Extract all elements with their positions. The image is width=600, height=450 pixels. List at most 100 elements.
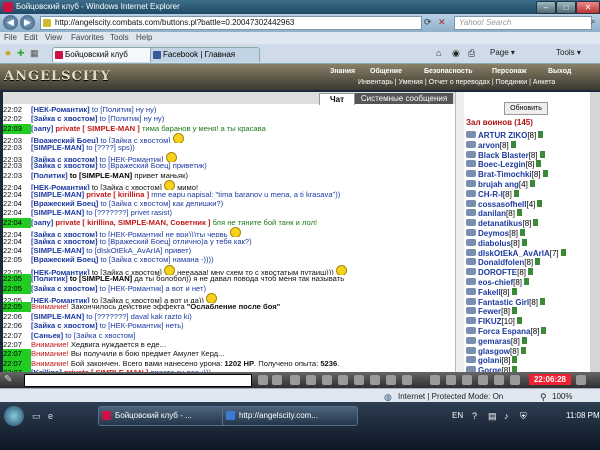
private-msg-icon[interactable] — [466, 268, 476, 276]
feeds-icon[interactable]: ◉ — [452, 48, 460, 59]
user-info-icon[interactable] — [535, 258, 541, 266]
private-msg-icon[interactable] — [466, 238, 476, 246]
user-info-icon[interactable] — [540, 297, 546, 305]
private-msg-icon[interactable] — [466, 248, 476, 256]
user-name[interactable]: gemaras — [478, 337, 511, 346]
user-info-icon[interactable] — [520, 229, 526, 236]
refresh-icon[interactable]: ⟳ — [424, 17, 432, 28]
favorites-star-icon[interactable]: ★ — [4, 48, 12, 59]
nav-exit[interactable]: Выход — [548, 68, 571, 75]
user-info-icon[interactable] — [516, 317, 522, 325]
chat-speed-icon[interactable] — [354, 375, 364, 385]
tray-volume-icon[interactable]: ♪ — [504, 411, 509, 421]
user-info-icon[interactable] — [524, 278, 530, 285]
user-name[interactable]: Fewer — [478, 307, 501, 316]
user-info-icon[interactable] — [536, 160, 542, 168]
user-name[interactable]: arvon — [478, 141, 500, 150]
private-msg-icon[interactable] — [466, 140, 476, 148]
user-name[interactable]: Brat-Timochki — [478, 170, 532, 179]
user-info-icon[interactable] — [511, 287, 517, 295]
tab-fight-club[interactable]: Бойцовский клуб — [52, 47, 164, 62]
settings-icon[interactable] — [478, 375, 488, 385]
user-info-icon[interactable] — [512, 356, 518, 364]
lock-icon[interactable] — [370, 375, 380, 385]
user-name[interactable]: CH-R-I — [478, 190, 503, 199]
filter-icon[interactable] — [322, 375, 332, 385]
exit-chat-icon[interactable] — [510, 375, 520, 385]
user-info-icon[interactable] — [539, 150, 545, 158]
send-icon[interactable] — [258, 375, 268, 385]
ie-quick-launch-icon[interactable]: e — [48, 411, 53, 421]
user-name[interactable]: eos-chief — [478, 278, 513, 287]
minimize-button[interactable]: – — [536, 1, 556, 14]
tab-list-icon[interactable]: ▦ — [30, 48, 39, 59]
user-info-icon[interactable] — [520, 346, 526, 354]
chat-scrollbar[interactable] — [455, 92, 464, 372]
tray-network-icon[interactable]: ▤ — [488, 411, 497, 422]
nav-secondary[interactable]: Инвентарь | Умения | Отчет о переводах |… — [358, 79, 555, 86]
private-msg-icon[interactable] — [466, 229, 476, 236]
user-info-icon[interactable] — [533, 219, 539, 227]
sound-icon[interactable] — [386, 375, 396, 385]
user-info-icon[interactable] — [521, 238, 527, 246]
home-icon[interactable]: ⌂ — [436, 48, 441, 58]
ignore-icon[interactable] — [430, 375, 440, 385]
add-favorites-icon[interactable]: ✚ — [17, 48, 25, 59]
user-name[interactable]: diabolus — [478, 239, 511, 248]
private-msg-icon[interactable] — [466, 170, 476, 178]
back-button[interactable]: ◀ — [3, 15, 18, 30]
close-button[interactable]: ✕ — [576, 1, 600, 14]
private-msg-icon[interactable] — [466, 258, 476, 266]
private-msg-icon[interactable] — [466, 189, 476, 197]
tab-facebook[interactable]: Facebook | Главная — [150, 47, 260, 62]
user-name[interactable]: ARTUR ZIKO — [478, 131, 527, 140]
menu-edit[interactable]: Edit — [24, 33, 38, 42]
private-msg-icon[interactable] — [466, 180, 476, 187]
taskbar-item-fight-club[interactable]: Бойцовский клуб - ... — [98, 406, 234, 426]
friends-icon[interactable] — [338, 375, 348, 385]
start-button[interactable] — [4, 406, 24, 426]
smile-menu-icon[interactable] — [290, 375, 300, 385]
user-name[interactable]: danilan — [478, 209, 506, 218]
tab-chat[interactable]: Чат — [319, 93, 355, 105]
private-msg-icon[interactable] — [466, 150, 476, 158]
user-name[interactable]: Fantastic Girl — [478, 298, 529, 307]
user-name[interactable]: brujah ang — [478, 180, 519, 189]
search-input[interactable]: Yahoo! Search — [454, 16, 592, 30]
forward-button[interactable]: ▶ — [20, 15, 35, 30]
log-icon[interactable] — [402, 375, 412, 385]
private-msg-icon[interactable] — [466, 307, 476, 315]
user-name[interactable]: Black Blaster — [478, 151, 529, 160]
private-msg-icon[interactable] — [466, 317, 476, 325]
print-icon[interactable]: ⎙ — [468, 48, 475, 59]
clan-icon[interactable] — [462, 375, 472, 385]
clear-icon[interactable] — [272, 375, 282, 385]
user-info-icon[interactable] — [541, 327, 547, 334]
user-name[interactable]: detanatikus — [478, 219, 522, 228]
menu-help[interactable]: Help — [136, 33, 152, 42]
tools-menu[interactable]: Tools ▾ — [556, 48, 581, 57]
chat-message-input[interactable] — [24, 374, 252, 387]
tray-security-icon[interactable]: ⛨ — [520, 411, 527, 422]
info-icon[interactable] — [494, 375, 504, 385]
user-name[interactable]: Donaldfolen — [478, 258, 524, 267]
translit-icon[interactable] — [306, 375, 316, 385]
refresh-button[interactable]: Обновить — [504, 102, 548, 115]
private-msg-icon[interactable] — [466, 287, 476, 295]
user-info-icon[interactable] — [521, 336, 527, 344]
menu-view[interactable]: View — [45, 33, 62, 42]
help-icon[interactable] — [576, 375, 586, 385]
private-msg-icon[interactable] — [466, 327, 476, 334]
user-name[interactable]: cossasofhell — [478, 200, 526, 209]
address-bar[interactable]: http://angelscity.combats.com/buttons.pl… — [40, 16, 422, 30]
stop-icon[interactable]: ✕ — [438, 17, 446, 28]
private-msg-icon[interactable] — [466, 131, 476, 138]
user-info-icon[interactable] — [560, 248, 566, 256]
user-name[interactable]: dIskOtEkA_AvArIA — [478, 249, 550, 258]
players-scrollbar[interactable] — [590, 92, 600, 372]
tray-help-icon[interactable]: ? — [472, 411, 477, 421]
menu-favorites[interactable]: Favorites — [71, 33, 104, 42]
status-zoom[interactable]: 100% — [552, 392, 572, 401]
user-list-item[interactable]: Gorge[8] — [466, 365, 518, 372]
user-info-icon[interactable] — [513, 189, 519, 197]
